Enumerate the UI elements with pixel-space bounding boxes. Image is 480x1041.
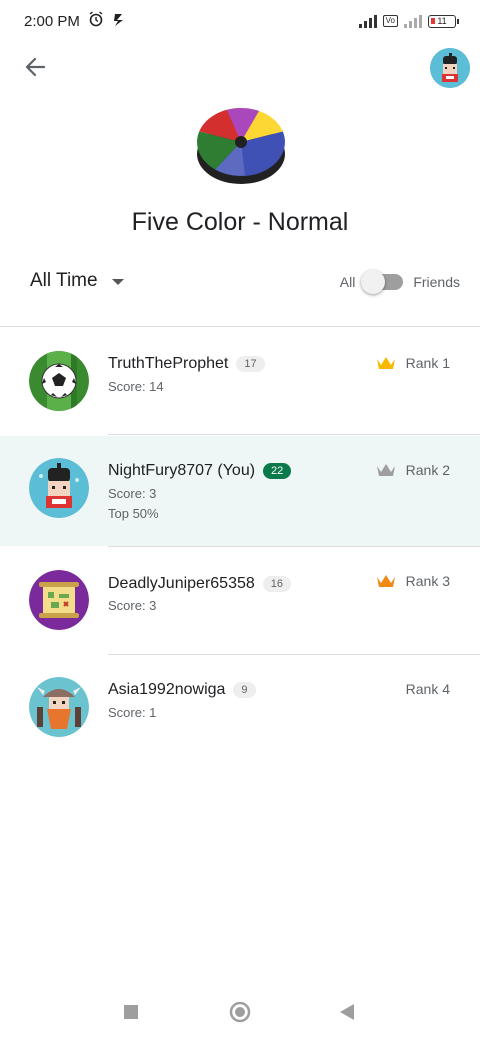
switch-knob: [361, 270, 386, 294]
player-name-line: TruthTheProphet 17: [108, 355, 265, 373]
back-nav-button[interactable]: [339, 1003, 355, 1026]
square-icon: [124, 1005, 138, 1019]
level-badge: 22: [263, 463, 292, 479]
leaderboard-row-2[interactable]: NightFury8707 (You) 22 Score: 3 Top 50% …: [0, 436, 480, 546]
status-bar: 2:00 PM Vo 11: [0, 0, 480, 42]
silver-crown-icon: [376, 464, 395, 476]
home-button[interactable]: [229, 1001, 251, 1028]
player-name: DeadlyJuniper65358: [108, 575, 255, 592]
player-name-line: NightFury8707 (You) 22: [108, 462, 292, 480]
player-name-line: Asia1992nowiga 9: [108, 681, 256, 699]
signal-4g-icon: [404, 14, 422, 28]
recents-button[interactable]: [124, 1005, 138, 1024]
system-nav-bar: [0, 981, 480, 1041]
toggle-friends-label: Friends: [413, 274, 460, 290]
gold-crown-icon: [376, 357, 395, 369]
toggle-all-label: All: [339, 274, 356, 290]
rank-label-group: Rank 1: [376, 355, 450, 371]
status-time: 2:00 PM: [24, 12, 80, 30]
player-score: Score: 3: [108, 598, 157, 613]
player-percentile: Top 50%: [108, 506, 159, 521]
battery-icon: 11: [428, 14, 459, 28]
player-name: Asia1992nowiga: [108, 681, 226, 698]
friends-toggle-group: All Friends: [339, 270, 460, 294]
battery-level: 11: [437, 16, 447, 26]
game-logo: [195, 102, 287, 188]
player-score: Score: 3: [108, 486, 157, 501]
profile-avatar[interactable]: [430, 48, 470, 88]
sync-icon: [112, 11, 126, 31]
leaderboard-row-1[interactable]: TruthTheProphet 17 Score: 14 Rank 1: [0, 327, 480, 437]
avatar: [29, 570, 89, 630]
rank-label: Rank 4: [405, 681, 450, 697]
player-score: Score: 14: [108, 379, 164, 394]
friends-toggle-switch[interactable]: [361, 270, 404, 294]
level-badge: 16: [262, 576, 292, 592]
player-name: TruthTheProphet: [108, 355, 229, 372]
signal-icon: [358, 14, 377, 28]
volte-icon: Vo: [382, 15, 398, 27]
game-title: Five Color - Normal: [131, 208, 349, 236]
level-badge: 17: [236, 356, 265, 372]
time-range-dropdown[interactable]: All Time: [30, 270, 124, 292]
rank-label: Rank 2: [405, 462, 450, 478]
rank-label-group: Rank 2: [376, 462, 450, 478]
leaderboard-row-4[interactable]: Asia1992nowiga 9 Score: 1 Rank 4: [0, 655, 480, 765]
player-name-line: DeadlyJuniper65358 16: [108, 575, 292, 593]
alarm-icon: [88, 11, 104, 31]
bronze-crown-icon: [376, 575, 395, 587]
triangle-back-icon: [340, 1004, 354, 1020]
level-badge: 9: [233, 682, 256, 698]
rank-label: Rank 3: [405, 573, 450, 589]
avatar: [29, 458, 89, 518]
row-divider: [108, 434, 480, 435]
avatar: [29, 351, 89, 411]
rank-label-group: Rank 4: [406, 681, 450, 697]
time-range-label: All Time: [30, 270, 98, 291]
player-score: Score: 1: [108, 705, 157, 720]
circle-icon: [229, 1001, 251, 1023]
arrow-left-icon: [25, 57, 46, 77]
filter-row: All Time All Friends: [0, 270, 480, 300]
back-button[interactable]: [18, 50, 52, 84]
player-name: NightFury8707 (You): [108, 462, 256, 479]
leaderboard-row-3[interactable]: DeadlyJuniper65358 16 Score: 3 Rank 3: [0, 547, 480, 657]
avatar: [29, 677, 89, 737]
rank-label: Rank 1: [405, 355, 450, 371]
rank-label-group: Rank 3: [376, 573, 450, 589]
dropdown-caret-icon: [111, 279, 124, 285]
